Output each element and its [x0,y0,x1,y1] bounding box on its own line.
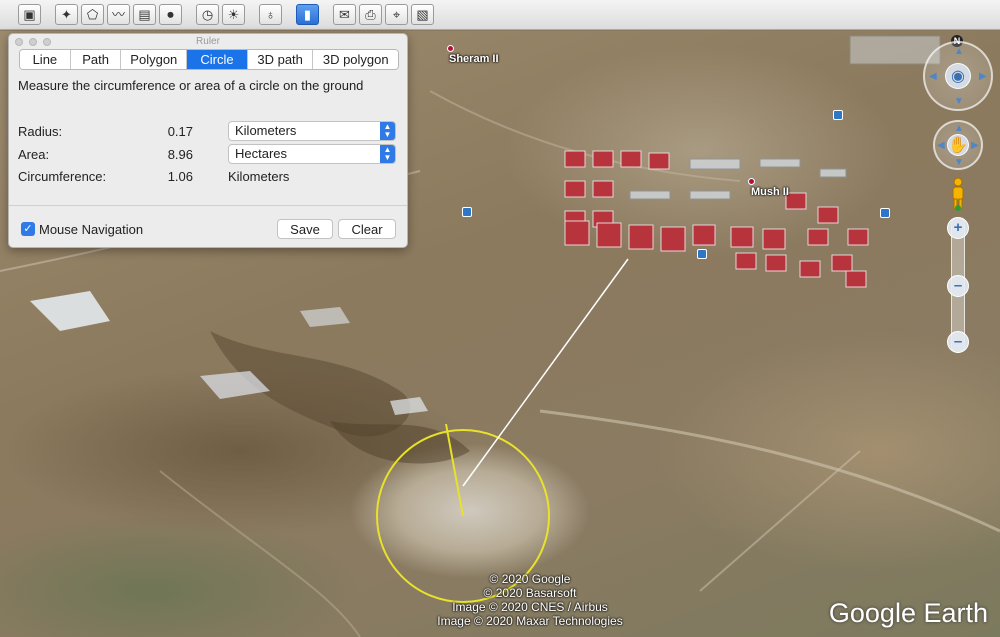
tab-polygon[interactable]: Polygon [121,50,188,69]
ruler-titlebar[interactable]: Ruler [9,34,407,49]
circumference-row: Circumference: 1.06 Kilometers [18,166,398,186]
google-earth-logo: Google Earth [828,598,988,628]
poi-pin-icon[interactable] [697,249,707,259]
save-button[interactable]: Save [277,219,333,239]
ruler-divider [9,205,407,206]
place-marker[interactable] [748,178,755,185]
copyright-line: © 2020 Basarsoft [483,586,577,600]
mouse-navigation-label[interactable]: Mouse Navigation [39,222,143,237]
tab-3d-path[interactable]: 3D path [247,50,314,69]
zoom-window-icon[interactable] [43,38,51,46]
radius-row: Radius: 0.17 Kilometers ▲ ▼ [18,121,398,141]
radius-value: 0.17 [167,124,193,139]
arrow-right-icon[interactable]: ▶ [979,72,987,82]
tab-3d-polygon[interactable]: 3D polygon [313,50,398,69]
circumference-label: Circumference: [18,169,107,184]
view-in-maps-icon[interactable]: ⌖ [385,4,408,25]
close-window-icon[interactable] [15,38,23,46]
move-control[interactable]: ✋ ▲ ▼ ◀ ▶ [933,120,983,170]
clear-button[interactable]: Clear [338,219,396,239]
zoom-handle[interactable]: – [947,275,969,297]
poi-pin-icon[interactable] [833,110,843,120]
arrow-down-icon[interactable]: ▼ [954,158,964,168]
grey-buildings [629,35,941,200]
print-icon[interactable]: ⎙ [359,4,382,25]
placemark-icon[interactable]: ✦ [55,4,78,25]
image-overlay-icon[interactable]: ▤ [133,4,156,25]
record-tour-icon[interactable]: ⏺ [159,4,182,25]
road [699,450,861,592]
select-chevron-icon: ▲ ▼ [380,145,395,163]
area-unit: Hectares [235,146,288,161]
hand-icon[interactable]: ✋ [947,134,969,156]
select-chevron-icon: ▲ ▼ [380,122,395,140]
planets-icon[interactable]: ♁ [259,4,282,25]
tab-line[interactable]: Line [20,50,71,69]
copyright-line: © 2020 Google [489,572,571,586]
street-view-pegman-icon[interactable] [949,177,967,211]
arrow-right-icon[interactable]: ▶ [971,141,979,151]
radius-unit-select[interactable]: Kilometers ▲ ▼ [228,121,396,141]
snow-patch [30,291,110,331]
road [159,470,361,637]
circumference-value: 1.06 [167,169,193,184]
main-toolbar: ▣ ✦ ⬠ 〰 ▤ ⏺ ◷ ☀ ♁ ▮ ✉ ⎙ ⌖ ▧ [0,0,1000,30]
mouse-navigation-checkbox[interactable]: ✓ [21,222,35,236]
copyright-line: Image © 2020 Maxar Technologies [437,614,623,628]
zoom-out-icon[interactable]: – [947,331,969,353]
polygon-icon[interactable]: ⬠ [81,4,104,25]
place-label-sheram[interactable]: Sheram II [449,53,499,65]
minimize-window-icon[interactable] [29,38,37,46]
tab-circle[interactable]: Circle [187,50,248,69]
radius-unit: Kilometers [235,123,297,138]
arrow-left-icon[interactable]: ◀ [937,141,945,151]
ruler-icon[interactable]: ▮ [296,4,319,25]
eye-icon[interactable]: ◉ [945,63,971,89]
ruler-dialog: Ruler Line Path Polygon Circle 3D path 3… [8,33,408,248]
arrow-up-icon[interactable]: ▲ [954,124,964,134]
radius-label: Radius: [18,124,63,139]
arrow-down-icon[interactable]: ▼ [954,97,964,107]
poi-pin-icon[interactable] [880,208,890,218]
email-icon[interactable]: ✉ [333,4,356,25]
path-icon[interactable]: 〰 [107,4,130,25]
place-marker[interactable] [447,45,454,52]
save-image-icon[interactable]: ▧ [411,4,434,25]
radius-line [445,423,464,517]
tab-path[interactable]: Path [70,50,122,69]
measure-line [462,258,629,487]
road [539,409,1000,533]
imagery-copyright: © 2020 Google © 2020 Basarsoft Image © 2… [380,572,680,628]
arrow-left-icon[interactable]: ◀ [929,72,937,82]
circumference-unit: Kilometers [228,169,290,184]
copyright-line: Image © 2020 CNES / Airbus [452,600,608,614]
ruler-window-title: Ruler [196,36,220,47]
area-label: Area: [18,147,50,162]
place-label-mush[interactable]: Mush II [751,186,789,198]
ruler-description: Measure the circumference or area of a c… [18,78,364,93]
arrow-up-icon[interactable]: ▲ [954,47,964,57]
poi-pin-icon[interactable] [462,207,472,217]
look-control[interactable]: ◉ ▲ ▼ ◀ ▶ [923,41,993,111]
sidebar-toggle-icon[interactable]: ▣ [18,4,41,25]
area-unit-select[interactable]: Hectares ▲ ▼ [228,144,396,164]
snow-patch [300,307,350,327]
area-value: 8.96 [167,147,193,162]
sunlight-icon[interactable]: ☀ [222,4,245,25]
ruler-tabs: Line Path Polygon Circle 3D path 3D poly… [19,49,399,70]
area-row: Area: 8.96 Hectares ▲ ▼ [18,144,398,164]
historical-imagery-icon[interactable]: ◷ [196,4,219,25]
zoom-in-icon[interactable]: + [947,217,969,239]
